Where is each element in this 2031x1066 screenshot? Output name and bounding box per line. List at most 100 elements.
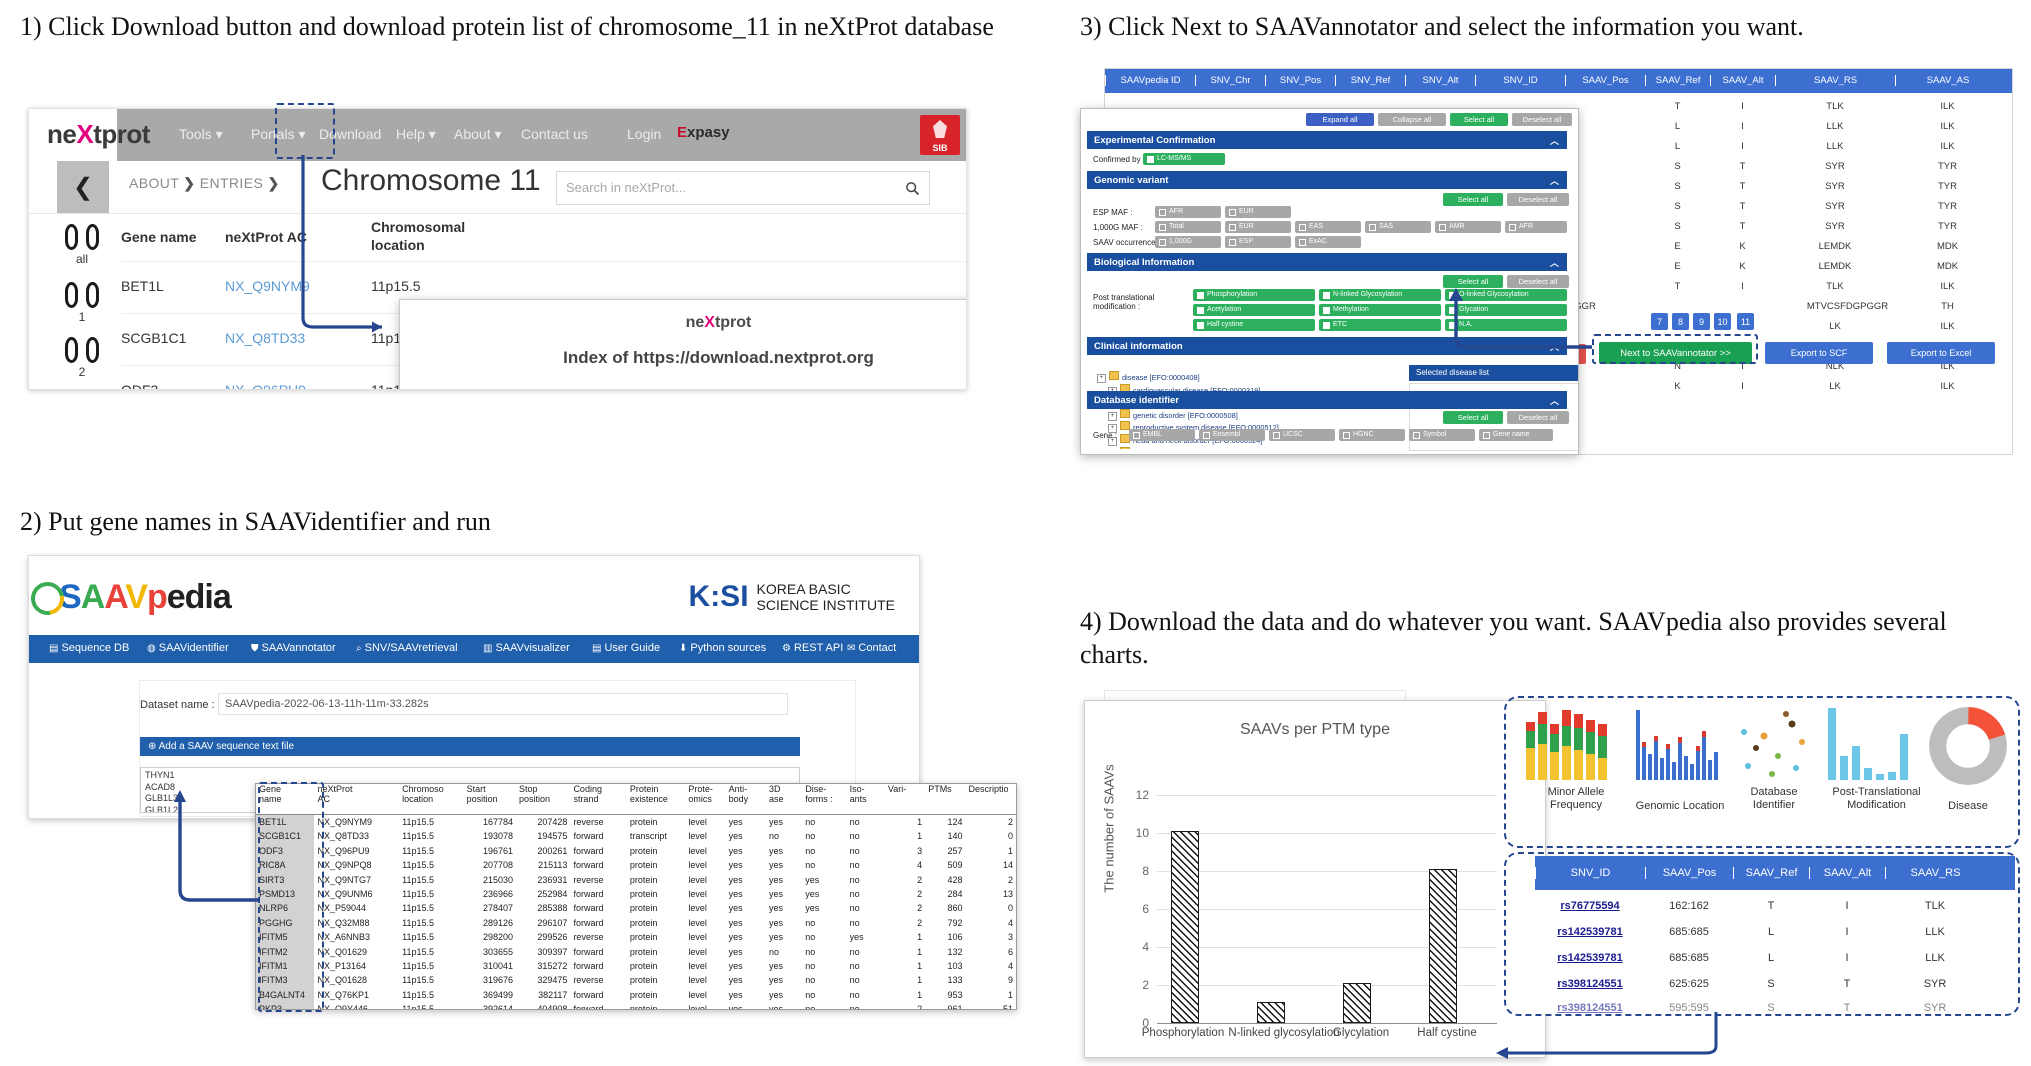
page-9[interactable]: 9	[1693, 313, 1710, 330]
chip-1000g-afr[interactable]: AFR	[1505, 221, 1567, 233]
section-database-identifier[interactable]: Database identifier ︿	[1087, 391, 1567, 409]
section-genomic-variant[interactable]: Genomic variant ︿	[1087, 171, 1567, 189]
tree-node[interactable]: +hyperplasia [EFO:0000536]	[1097, 446, 1329, 449]
section-biological-information[interactable]: Biological Information ︿	[1087, 253, 1567, 271]
table-row[interactable]: IFITM3 NX_Q01628 11p15.5 319676 329475 revers…	[256, 973, 1016, 988]
table-row[interactable]: IFITM1 NX_P13164 11p15.5 310041 315272 forwar…	[256, 959, 1016, 974]
export-to-excel-button[interactable]: Export to Excel	[1887, 342, 1995, 364]
bio-select-all[interactable]: Select all	[1443, 275, 1503, 288]
chip-n-linked-glycosylation[interactable]: N-linked Glycosylation	[1319, 289, 1441, 301]
breadcrumb-about[interactable]: ABOUT	[129, 175, 179, 191]
nav-user-guide[interactable]: ▤ User Guide	[592, 642, 660, 654]
tree-node[interactable]: + genetic disorder [EFO:0000508]	[1097, 408, 1329, 422]
add-saav-file-button[interactable]: ⊕ Add a SAAV sequence text file	[140, 737, 800, 756]
table-row[interactable]: IFITM2 NX_Q01629 11p15.5 303655 309397 forwar…	[256, 944, 1016, 960]
tree-node[interactable]: + disease [EFO:0000408]	[1097, 371, 1329, 384]
chip-hgnc[interactable]: HGNC	[1339, 429, 1405, 441]
col-saav-ref: SAAV_Ref	[1645, 75, 1710, 86]
chip-ensembl[interactable]: Ensembl	[1199, 429, 1265, 441]
deselect-all-button[interactable]: Deselect all	[1512, 113, 1572, 126]
chip-acetylation[interactable]: Acetylation	[1193, 304, 1315, 316]
chip-lc-msms[interactable]: LC-MS/MS	[1143, 153, 1225, 165]
table-row[interactable]: B4GALNT4 NX_Q76KP1 11p15.5 369499 382117 forw…	[256, 987, 1016, 1003]
table-row[interactable]: IFITM5 NX_A6NNB3 11p15.5 298200 299526 revers…	[256, 930, 1016, 945]
nav-sequence-db[interactable]: ▤ Sequence DB	[49, 642, 129, 654]
table-row[interactable]: PGGHG NX_Q32M88 11p15.5 289126 296107 forward…	[256, 915, 1016, 931]
expand-icon[interactable]: +	[1108, 411, 1117, 421]
chip-1000g-total[interactable]: Total	[1155, 221, 1221, 233]
chip-1000g-sas[interactable]: SAS	[1365, 221, 1431, 233]
nav-item-tools[interactable]: Tools ▾	[179, 126, 223, 143]
select-all-button[interactable]: Select all	[1450, 113, 1508, 126]
chip-occ-exac[interactable]: ExAC	[1295, 236, 1361, 248]
section-experimental-confirmation[interactable]: Experimental Confirmation ︿	[1087, 131, 1567, 149]
cell-stop: 382117	[538, 989, 568, 1000]
chip-occ-esp[interactable]: ESP	[1225, 236, 1291, 248]
search-input[interactable]: Search in neXtProt...	[556, 171, 898, 205]
cell-nextprot-ac[interactable]: NX_Q8TD33	[225, 330, 305, 346]
genomic-select-all[interactable]: Select all	[1443, 193, 1503, 206]
expand-icon[interactable]: +	[1097, 374, 1106, 383]
cell-nextprot-ac[interactable]: NX_Q96PU9	[225, 382, 306, 389]
nav-rest-api[interactable]: ⚙ REST API	[782, 642, 843, 654]
table-row[interactable]: SIRT3 NX_Q9NTG7 11p15.5 215030 236931 reverse…	[256, 872, 1016, 888]
nav-python-sources[interactable]: ⬇ Python sources	[679, 642, 766, 654]
cell-saav-rs: SYR	[1825, 181, 1845, 192]
table-row[interactable]: PSMD13 NX_Q9UNM6 11p15.5 236966 252984 forwar…	[256, 887, 1016, 902]
chip-1000g-amr[interactable]: AMR	[1435, 221, 1501, 233]
chip-symbol[interactable]: Symbol	[1409, 429, 1475, 441]
nav-item-contact-us[interactable]: Contact us	[521, 126, 588, 142]
db-deselect-all[interactable]: Deselect all	[1507, 411, 1569, 424]
chip-ucsc[interactable]: UCSC	[1269, 429, 1335, 441]
nav-saavidentifier[interactable]: ◍ SAAVidentifier	[147, 642, 229, 654]
section-clinical-information[interactable]: Clinical information ︿	[1087, 337, 1567, 355]
search-button[interactable]	[895, 171, 930, 205]
chip-1000g-eas[interactable]: EAS	[1295, 221, 1361, 233]
cell-start: 298200	[482, 932, 514, 943]
chip-embl[interactable]: EMBL	[1129, 429, 1195, 441]
expand-all-button[interactable]: Expand all	[1306, 113, 1374, 126]
nav-snv-saavretrieval[interactable]: ⌕ SNV/SAAVretrieval	[356, 642, 458, 654]
chip-na[interactable]: N.A.	[1445, 319, 1567, 331]
collapse-all-button[interactable]: Collapse all	[1378, 113, 1446, 126]
chip-glycation[interactable]: Glycation	[1445, 304, 1567, 316]
chip-occ-1000g[interactable]: 1,000G	[1155, 236, 1221, 248]
chip-esp-eur[interactable]: EUR	[1225, 206, 1291, 218]
nav-item-about[interactable]: About ▾	[454, 126, 502, 143]
cell-existence: protein	[629, 845, 658, 856]
page-10[interactable]: 10	[1714, 313, 1731, 330]
page-11[interactable]: 11	[1737, 313, 1754, 330]
export-to-scf-button[interactable]: Export to SCF	[1765, 342, 1873, 364]
chip-methylation[interactable]: Methylation	[1319, 304, 1441, 316]
chip-1000g-eur[interactable]: EUR	[1225, 221, 1291, 233]
dataset-name-value[interactable]: SAAVpedia-2022-06-13-11h-11m-33.282s	[218, 693, 788, 715]
breadcrumb-entries[interactable]: ENTRIES	[200, 175, 263, 191]
chip-phosphorylation[interactable]: Phosphorylation	[1193, 289, 1315, 301]
cell-nextprot-ac[interactable]: NX_Q9NYM9	[225, 278, 310, 294]
table-row[interactable]: NLRP6 NX_P59044 11p15.5 278407 285388 forward…	[256, 901, 1016, 916]
chip-o-linked-glycosylation[interactable]: O-linked Glycosylation	[1445, 289, 1567, 301]
chip-gene-name[interactable]: Gene name	[1479, 429, 1553, 441]
nav-item-help[interactable]: Help ▾	[396, 126, 436, 143]
chip-esp-afr[interactable]: AFR	[1155, 206, 1221, 218]
nav-item-login[interactable]: Login	[627, 126, 661, 142]
table-row[interactable]: ODF3 NX_Q96PU9 11p15.5 196761 200261 forward p…	[256, 843, 1016, 859]
back-button[interactable]: ❮	[57, 161, 109, 213]
table-row[interactable]: SCGB1C1 NX_Q8TD33 11p15.5 193078 194575 forwa…	[256, 829, 1016, 844]
page-8[interactable]: 8	[1672, 313, 1689, 330]
table-row[interactable]: RIC8A NX_Q9NPQ8 11p15.5 207708 215113 forward…	[256, 858, 1016, 873]
selected-disease-list-header[interactable]: Selected disease list ❯	[1409, 365, 1578, 381]
bio-deselect-all[interactable]: Deselect all	[1507, 275, 1569, 288]
nav-contact[interactable]: ✉ Contact	[847, 642, 896, 654]
genomic-deselect-all[interactable]: Deselect all	[1507, 193, 1569, 206]
expasy-link[interactable]: EExpasyxpasy	[677, 124, 730, 141]
chip-half-cystine[interactable]: Half cystine	[1193, 319, 1315, 331]
table-row[interactable]: BET1L NX_Q9NYM9 11p15.5 167784 207428 reverse…	[256, 814, 1016, 830]
table-row[interactable]: PKP3 NX_Q9Y446 11p15.5 392614 404908 forward p…	[256, 1002, 1016, 1009]
cell-3d: yes	[768, 961, 783, 972]
nav-saavannotator[interactable]: ⛊ SAAVannotator	[251, 642, 336, 654]
page-7[interactable]: 7	[1651, 313, 1668, 330]
db-select-all[interactable]: Select all	[1443, 411, 1503, 424]
chip-etc[interactable]: ETC	[1319, 319, 1441, 331]
nav-saavvisualizer[interactable]: ▥ SAAVvisualizer	[483, 642, 570, 654]
